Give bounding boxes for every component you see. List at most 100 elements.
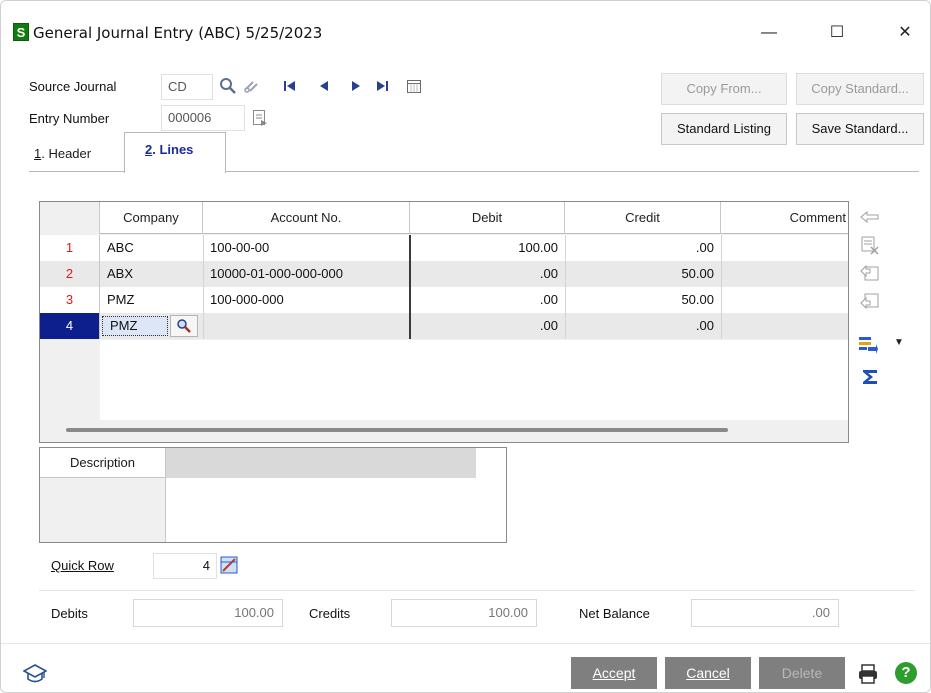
column-header-comment[interactable]: Comment [721,202,848,234]
tab-lines-text[interactable]: 2. Lines [145,142,193,157]
grid-header: Company Account No. Debit Credit Comment [40,202,848,234]
window-title: General Journal Entry (ABC) 5/25/2023 [33,24,323,42]
cell-company-edit[interactable]: PMZ [102,316,168,336]
copy-standard-button[interactable]: Copy Standard... [796,73,924,105]
next-number-icon[interactable] [251,109,269,127]
source-journal-field[interactable]: CD [161,74,213,100]
cell-company[interactable]: ABX [100,261,203,287]
sage-app-icon: S [13,23,29,41]
cell-debit[interactable]: .00 [410,313,565,339]
move-row-up-icon[interactable] [859,262,881,284]
table-row[interactable]: 2 ABX 10000-01-000-000-000 .00 50.00 [40,261,848,287]
save-standard-button[interactable]: Save Standard... [796,113,924,145]
column-header-debit[interactable]: Debit [410,202,565,234]
cell-credit[interactable]: 50.00 [565,287,721,313]
lookup-icon [177,319,191,333]
cell-account-no[interactable]: 10000-01-000-000-000 [203,261,410,287]
previous-record-icon[interactable] [315,77,333,95]
close-button[interactable]: ✕ [885,19,925,47]
debits-total-field: 100.00 [133,599,283,627]
cell-company[interactable]: ABC [100,235,203,261]
net-balance-field: .00 [691,599,839,627]
description-grid[interactable]: Description [39,447,507,543]
row-number[interactable]: 1 [40,235,100,261]
quick-row-label: Quick Row [51,558,114,573]
grid-empty-area[interactable] [100,340,848,420]
dropdown-arrow-icon[interactable]: ▼ [894,337,904,348]
lookup-icon[interactable] [219,77,237,95]
minimize-button[interactable]: — [749,19,789,47]
description-label: Description [40,448,166,478]
maximize-button[interactable]: ☐ [817,19,857,47]
tab-header[interactable]: 1. Header [34,146,91,161]
column-header-credit[interactable]: Credit [565,202,721,234]
lines-grid[interactable]: Company Account No. Debit Credit Comment… [39,201,849,443]
column-divider [721,235,722,339]
footer-divider [1,643,930,644]
quick-row-label-text: Quick Row [51,558,114,573]
last-record-icon[interactable] [373,77,391,95]
source-journal-label: Source Journal [29,79,117,94]
delete-button[interactable]: Delete [759,657,845,689]
cell-account-no[interactable]: 100-00-00 [203,235,410,261]
title-bar: S General Journal Entry (ABC) 5/25/2023 … [1,1,930,57]
delete-row-icon[interactable] [859,234,881,256]
general-journal-entry-window: S General Journal Entry (ABC) 5/25/2023 … [0,0,931,693]
row-number[interactable]: 2 [40,261,100,287]
cancel-label: Cancel [686,665,730,681]
description-left-area [40,478,166,542]
grid-options-icon[interactable] [857,334,879,356]
delete-label: Delete [781,665,823,681]
table-row-selected[interactable]: 4 PMZ .00 .00 [40,313,848,339]
description-header-fill [166,448,476,478]
column-header-company[interactable]: Company [100,202,203,234]
credits-label: Credits [309,606,351,621]
cell-credit[interactable]: .00 [565,235,721,261]
cell-credit[interactable]: .00 [565,313,721,339]
cell-credit[interactable]: 50.00 [565,261,721,287]
company-lookup-button[interactable] [170,315,198,337]
copy-from-button[interactable]: Copy From... [661,73,787,105]
cell-account-no[interactable] [203,313,410,339]
cell-account-no[interactable]: 100-000-000 [203,287,410,313]
net-balance-label: Net Balance [579,606,650,621]
cancel-button[interactable]: Cancel [665,657,751,689]
credits-total-field: 100.00 [391,599,537,627]
print-icon[interactable] [857,663,879,685]
totals-sigma-icon[interactable] [859,366,881,388]
totals-divider [39,590,915,591]
table-row[interactable]: 1 ABC 100-00-00 100.00 .00 [40,235,848,261]
debits-label: Debits [51,606,88,621]
learning-center-icon[interactable] [22,663,48,685]
accept-label: Accept [592,665,636,681]
quick-row-field[interactable]: 4 [153,553,217,579]
cell-debit[interactable]: .00 [410,287,565,313]
column-divider [203,235,204,339]
row-number[interactable]: 3 [40,287,100,313]
grid-corner [40,202,100,234]
help-icon[interactable]: ? [895,662,917,684]
link-icon[interactable] [243,77,261,95]
entry-number-label: Entry Number [29,111,110,126]
first-record-icon[interactable] [281,77,299,95]
column-divider [565,235,566,339]
tab-header-label: . Header [41,146,92,161]
column-header-account-no[interactable]: Account No. [203,202,410,234]
move-row-down-icon[interactable] [859,290,881,312]
cell-company[interactable]: PMZ [100,287,203,313]
next-record-icon[interactable] [347,77,365,95]
horizontal-scrollbar[interactable] [66,428,728,432]
cell-debit[interactable]: .00 [410,261,565,287]
tab-lines-label: . Lines [152,142,194,157]
grid-empty-rownum-area [40,340,100,420]
insert-row-icon[interactable] [859,206,881,228]
table-row[interactable]: 3 PMZ 100-000-000 .00 50.00 [40,287,848,313]
cell-debit[interactable]: 100.00 [410,235,565,261]
accept-button[interactable]: Accept [571,657,657,689]
frozen-column-divider [409,235,411,339]
quick-row-jump-icon[interactable] [220,556,238,574]
calendar-icon[interactable] [405,77,423,95]
standard-listing-button[interactable]: Standard Listing [661,113,787,145]
entry-number-field[interactable]: 000006 [161,105,245,131]
row-number[interactable]: 4 [40,313,100,339]
